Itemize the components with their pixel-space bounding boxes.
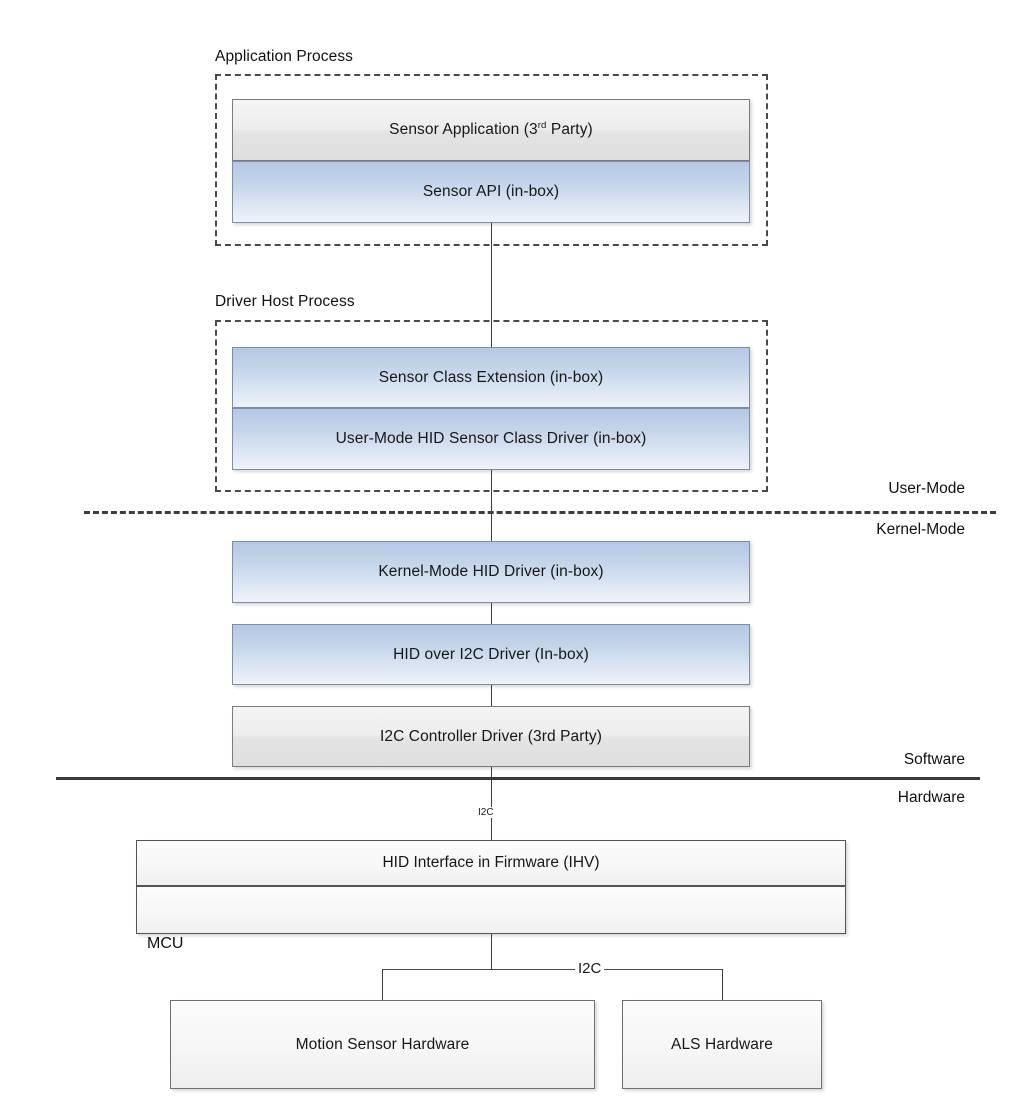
connector-sensor-bus-horizontal — [382, 969, 722, 970]
box-usermode-hid-sensor-class-driver-label: User-Mode HID Sensor Class Driver (in-bo… — [335, 430, 647, 447]
group-label-application-process: Application Process — [215, 48, 354, 65]
connector-hid-i2c-to-controller — [491, 685, 492, 706]
box-motion-sensor-hardware-label: Motion Sensor Hardware — [295, 1035, 470, 1053]
box-hid-over-i2c-driver-label: HID over I2C Driver (In-box) — [393, 645, 589, 663]
label-kernel-mode: Kernel-Mode — [876, 521, 965, 538]
mcu-module[interactable]: HID Interface in Firmware (IHV) — [136, 840, 846, 934]
box-mcu-lower-panel[interactable] — [136, 886, 846, 934]
label-mcu: MCU — [147, 935, 184, 952]
separator-user-kernel-mode — [84, 511, 996, 514]
connector-bus-to-als — [722, 969, 723, 1000]
sensor-application-text-pre: Sensor Application (3 — [389, 121, 538, 138]
connector-driver-host-to-kernel — [491, 470, 492, 542]
box-als-hardware[interactable]: ALS Hardware — [622, 1000, 822, 1089]
separator-software-hardware — [56, 777, 980, 780]
box-sensor-api[interactable]: Sensor API (in-box) — [232, 161, 750, 223]
connector-mcu-to-sensor-bus — [491, 934, 492, 970]
box-hid-interface-firmware[interactable]: HID Interface in Firmware (IHV) — [136, 840, 846, 886]
group-label-driver-host-process: Driver Host Process — [215, 293, 355, 310]
box-hid-interface-firmware-label: HID Interface in Firmware (IHV) — [382, 854, 600, 871]
box-usermode-hid-sensor-class-driver[interactable]: User-Mode HID Sensor Class Driver (in-bo… — [232, 408, 750, 470]
box-sensor-application[interactable]: Sensor Application (3rd Party) — [232, 99, 750, 161]
box-sensor-class-extension[interactable]: Sensor Class Extension (in-box) — [232, 347, 750, 408]
box-als-hardware-label: ALS Hardware — [671, 1035, 773, 1053]
box-kernelmode-hid-driver[interactable]: Kernel-Mode HID Driver (in-box) — [232, 541, 750, 603]
label-software: Software — [903, 751, 965, 768]
box-sensor-application-label: Sensor Application (3rd Party) — [389, 121, 593, 139]
box-i2c-controller-driver-label: I2C Controller Driver (3rd Party) — [379, 727, 603, 745]
box-hid-over-i2c-driver[interactable]: HID over I2C Driver (In-box) — [232, 624, 750, 685]
box-i2c-controller-driver[interactable]: I2C Controller Driver (3rd Party) — [232, 706, 750, 767]
connector-label-i2c-bus-bottom: I2C — [575, 961, 605, 977]
connector-label-i2c-bus-top: I2C — [476, 807, 496, 818]
label-hardware: Hardware — [897, 789, 965, 806]
connector-bus-to-motion-sensor — [382, 969, 383, 1000]
box-sensor-api-label: Sensor API (in-box) — [422, 183, 560, 200]
label-user-mode: User-Mode — [888, 480, 965, 497]
sensor-application-text-post: Party) — [546, 121, 593, 138]
diagram-canvas: Application Process Sensor Application (… — [0, 0, 1030, 1110]
box-sensor-class-extension-label: Sensor Class Extension (in-box) — [378, 368, 604, 386]
box-motion-sensor-hardware[interactable]: Motion Sensor Hardware — [170, 1000, 595, 1089]
connector-kmdf-to-hid-i2c — [491, 603, 492, 624]
box-kernelmode-hid-driver-label: Kernel-Mode HID Driver (in-box) — [378, 563, 604, 580]
